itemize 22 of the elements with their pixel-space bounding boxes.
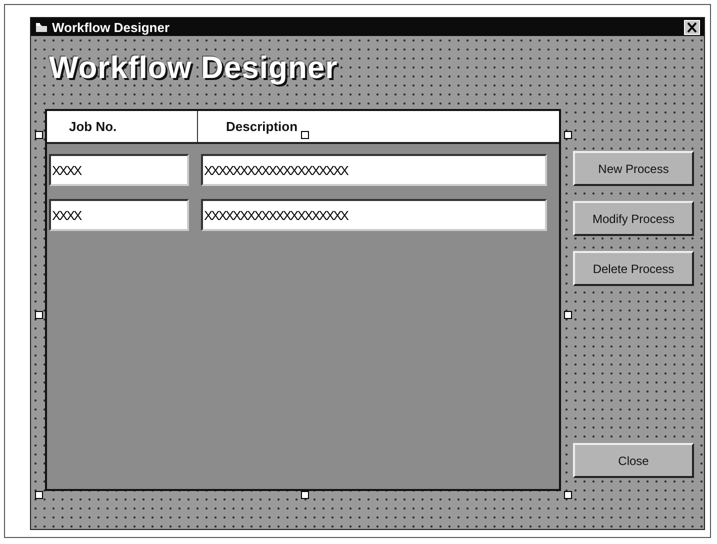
resize-handle[interactable]: [35, 311, 43, 319]
text-field[interactable]: XXXXXXXXXXXXXXXXXXXX: [201, 199, 547, 231]
resize-handle[interactable]: [35, 131, 43, 139]
resize-handle[interactable]: [564, 491, 572, 499]
text-field[interactable]: XXXX: [49, 154, 189, 186]
resize-handle[interactable]: [564, 131, 572, 139]
column-header: Job No.: [47, 111, 198, 142]
form-heading: Workflow Designer: [49, 50, 338, 86]
resize-handle[interactable]: [564, 311, 572, 319]
text-field[interactable]: XXXX: [49, 199, 189, 231]
resize-handle[interactable]: [35, 491, 43, 499]
column-header: Description: [226, 118, 298, 136]
process-button[interactable]: Modify Process: [573, 201, 694, 236]
text-field[interactable]: XXXXXXXXXXXXXXXXXXXX: [201, 154, 547, 186]
resize-handle[interactable]: [301, 131, 309, 139]
close-button[interactable]: Close: [573, 443, 694, 478]
app-icon: [35, 22, 48, 32]
process-button[interactable]: Delete Process: [573, 251, 694, 286]
process-button[interactable]: New Process: [573, 151, 694, 186]
close-icon[interactable]: [684, 20, 700, 34]
resize-handle[interactable]: [301, 491, 309, 499]
window-title: Workflow Designer: [52, 20, 170, 34]
